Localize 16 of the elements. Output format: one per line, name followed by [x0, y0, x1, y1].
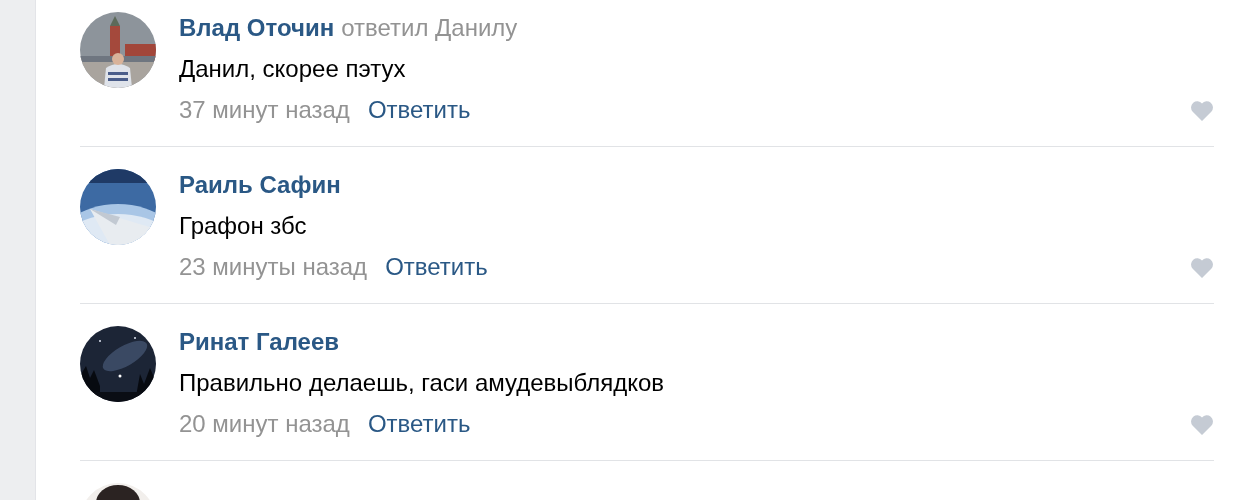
reply-link[interactable]: Ответить: [367, 95, 471, 124]
author-name[interactable]: Раиль Сафин: [179, 170, 341, 199]
reply-to-text: ответил Данилу: [341, 13, 518, 42]
like-icon[interactable]: [1190, 414, 1214, 435]
reply-link[interactable]: Ответить: [385, 252, 488, 281]
comment-text: Правильно делаешь, гаси амудевыблядков: [179, 368, 665, 397]
reply-link[interactable]: Ответить: [367, 409, 471, 438]
comment-text: Графон збс: [179, 211, 307, 240]
comment-time: 20 минут назад: [179, 409, 350, 438]
like-icon[interactable]: [1190, 257, 1214, 278]
like-icon[interactable]: [1190, 100, 1214, 121]
comment-time: 37 минут назад: [179, 95, 350, 124]
author-name[interactable]: Влад Оточин: [179, 13, 335, 42]
comment-text: Данил, скорее пэтух: [179, 54, 406, 83]
comment-time: 23 минуты назад: [179, 252, 368, 281]
author-name[interactable]: Ринат Галеев: [179, 327, 340, 356]
